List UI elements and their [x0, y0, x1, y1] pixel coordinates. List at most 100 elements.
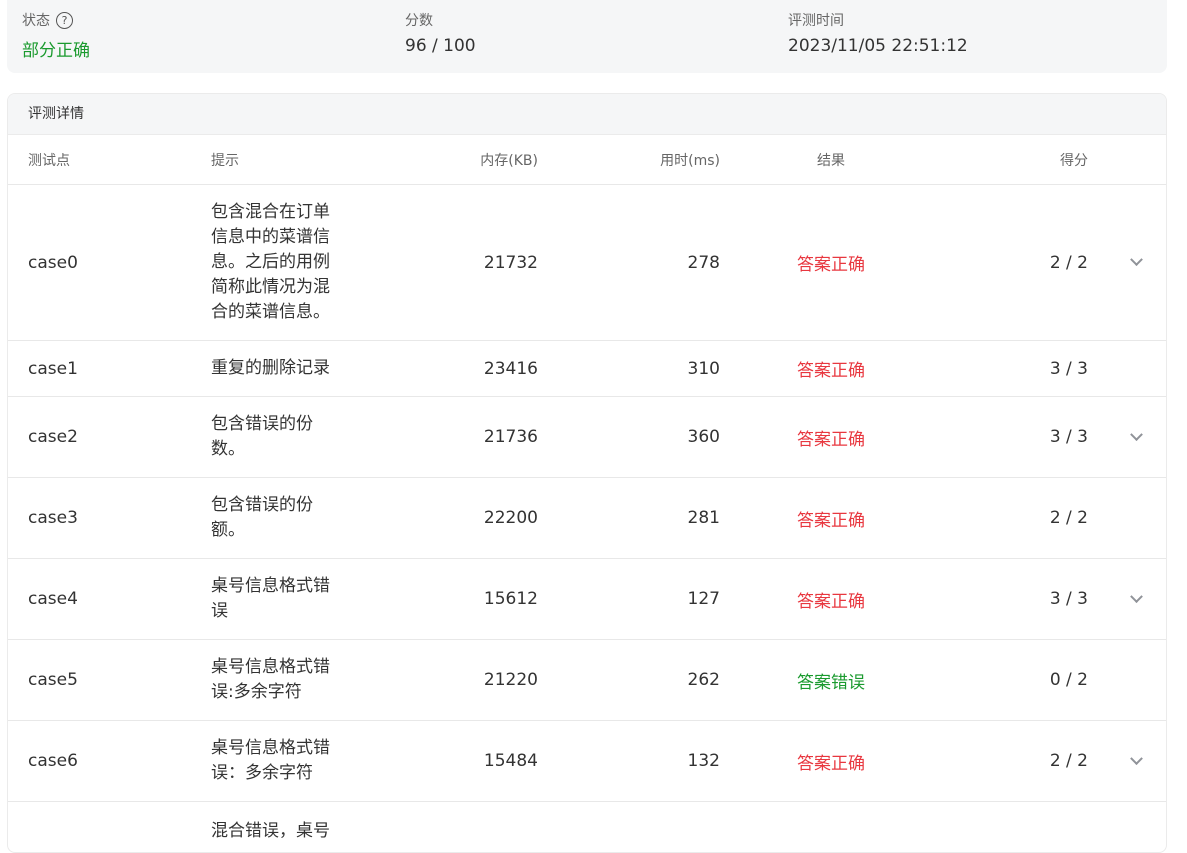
- column-header-score: 得分: [1060, 152, 1088, 169]
- case-memory: 15612: [483, 589, 538, 609]
- judge-time-value: 2023/11/05 22:51:12: [788, 36, 968, 56]
- case-memory: 22200: [483, 508, 538, 528]
- case-memory: 15484: [483, 751, 538, 771]
- case-score: 0 / 2: [1049, 670, 1088, 690]
- hint-line: 数。: [211, 439, 245, 459]
- case-hint-text: 包含混合在订单 信息中的菜谱信 息。之后的用例 简称此情况为混 合的菜谱信息。: [211, 200, 330, 325]
- case-time: 360: [687, 427, 720, 447]
- case-time: 278: [687, 252, 720, 273]
- hint-line: 重复的删除记录: [211, 358, 330, 378]
- case-result: 答案正确: [797, 255, 865, 275]
- table-row[interactable]: case4 桌号信息格式错误 15612 127 答案正确 3 / 3: [8, 559, 1166, 640]
- hint-line: 息。之后的用例: [211, 252, 330, 272]
- case-hint-text: 重复的删除记录: [211, 356, 330, 381]
- column-header-hint: 提示: [211, 152, 239, 169]
- chevron-down-icon[interactable]: [1126, 397, 1146, 477]
- case-hint: 重复的删除记录: [211, 341, 351, 396]
- case-hint: 桌号信息格式错误: [211, 559, 351, 639]
- hint-line: 误: [211, 601, 228, 621]
- chevron-down-icon[interactable]: [1126, 559, 1146, 639]
- case-id: case4: [28, 589, 78, 609]
- hint-line: 误：多余字符: [211, 763, 313, 783]
- case-id: case5: [28, 670, 78, 690]
- table-row: case1 重复的删除记录 23416 310 答案正确 3 / 3: [8, 341, 1166, 397]
- case-score: 3 / 3: [1049, 589, 1088, 609]
- case-hint: 桌号信息格式错 误:多余字符: [211, 640, 351, 720]
- status-value: 部分正确: [22, 41, 90, 61]
- case-hint: 包含错误的份 数。: [211, 397, 351, 477]
- hint-line: 包含错误的份: [211, 414, 313, 434]
- case-hint-text: 包含错误的份 额。: [211, 493, 313, 543]
- help-icon[interactable]: ?: [56, 11, 73, 29]
- case-result: 答案正确: [797, 361, 865, 381]
- case-score: 3 / 3: [1049, 427, 1088, 447]
- hint-line: 信息中的菜谱信: [211, 227, 330, 247]
- case-id: case1: [28, 358, 78, 379]
- case-id: case6: [28, 751, 78, 771]
- status-label: 状态: [22, 13, 50, 29]
- case-hint-text: 包含错误的份 数。: [211, 412, 313, 462]
- detail-title: 评测详情: [8, 94, 1166, 135]
- chevron-down-icon[interactable]: [1126, 185, 1146, 340]
- table-header: 测试点 提示 内存(KB) 用时(ms) 结果 得分: [8, 135, 1166, 185]
- case-hint-text: 混合错误，桌号: [211, 819, 330, 844]
- case-hint-text: 桌号信息格式错误: [211, 574, 330, 624]
- judge-detail-panel: 评测详情 测试点 提示 内存(KB) 用时(ms) 结果 得分 case0 包含混…: [7, 93, 1167, 853]
- table-row: case5 桌号信息格式错 误:多余字符 21220 262 答案错误 0 / 2: [8, 640, 1166, 721]
- chevron-down-icon[interactable]: [1126, 721, 1146, 801]
- case-hint: 包含混合在订单 信息中的菜谱信 息。之后的用例 简称此情况为混 合的菜谱信息。: [211, 185, 351, 340]
- result-summary: 状态 ? 部分正确 分数 96 / 100 评测时间 2023/11/05 22…: [7, 0, 1167, 73]
- column-header-result: 结果: [817, 152, 845, 169]
- score-value: 96 / 100: [405, 36, 476, 56]
- case-memory: 21732: [483, 252, 538, 273]
- case-time: 132: [687, 751, 720, 771]
- case-score: 2 / 2: [1049, 508, 1088, 528]
- case-time: 127: [687, 589, 720, 609]
- case-time: 310: [687, 358, 720, 379]
- case-result: 答案正确: [797, 753, 865, 774]
- case-memory: 21736: [483, 427, 538, 447]
- case-result: [770, 802, 892, 852]
- case-id: case0: [28, 252, 78, 273]
- case-hint-text: 桌号信息格式错 误：多余字符: [211, 736, 330, 786]
- hint-line: 桌号信息格式错: [211, 738, 330, 758]
- case-hint: 混合错误，桌号: [211, 802, 351, 852]
- table-row: case3 包含错误的份 额。 22200 281 答案正确 2 / 2: [8, 478, 1166, 559]
- table-row[interactable]: case2 包含错误的份 数。 21736 360 答案正确 3 / 3: [8, 397, 1166, 478]
- hint-line: 桌号信息格式错: [211, 657, 330, 677]
- case-result: 答案错误: [797, 672, 865, 693]
- hint-line: 包含错误的份: [211, 495, 313, 515]
- column-header-case: 测试点: [28, 152, 70, 169]
- hint-line: 误:多余字符: [211, 682, 302, 702]
- case-time: 281: [687, 508, 720, 528]
- case-score: 3 / 3: [1049, 358, 1088, 379]
- case-score: 2 / 2: [1049, 252, 1088, 273]
- hint-line: 混合错误，桌号: [211, 821, 330, 841]
- hint-line: 简称此情况为混: [211, 277, 330, 297]
- case-time: [568, 802, 720, 852]
- case-hint-text: 桌号信息格式错 误:多余字符: [211, 655, 330, 705]
- case-score: [1008, 802, 1088, 852]
- table-row[interactable]: case6 桌号信息格式错 误：多余字符 15484 132 答案正确 2 / 2: [8, 721, 1166, 802]
- hint-line: 桌号信息格式错: [211, 576, 330, 596]
- case-result: 答案正确: [797, 591, 865, 612]
- column-header-time: 用时(ms): [660, 152, 720, 169]
- judge-time-label: 评测时间: [788, 13, 844, 29]
- table-body: case0 包含混合在订单 信息中的菜谱信 息。之后的用例 简称此情况为混 合的菜谱信息。…: [8, 185, 1166, 852]
- hint-line: 合的菜谱信息。: [211, 302, 330, 322]
- table-row[interactable]: case0 包含混合在订单 信息中的菜谱信 息。之后的用例 简称此情况为混 合的菜谱信息。…: [8, 185, 1166, 341]
- case-hint: 包含错误的份 额。: [211, 478, 351, 558]
- case-memory: [388, 802, 538, 852]
- case-hint: 桌号信息格式错 误：多余字符: [211, 721, 351, 801]
- case-id: case2: [28, 427, 78, 447]
- case-time: 262: [687, 670, 720, 690]
- case-result: 答案正确: [797, 429, 865, 450]
- table-row: 混合错误，桌号: [8, 802, 1166, 852]
- case-memory: 23416: [483, 358, 538, 379]
- case-score: 2 / 2: [1049, 751, 1088, 771]
- case-id: case3: [28, 508, 78, 528]
- score-label: 分数: [405, 13, 433, 29]
- case-result: 答案正确: [797, 510, 865, 531]
- hint-line: 包含混合在订单: [211, 202, 330, 222]
- hint-line: 额。: [211, 520, 245, 540]
